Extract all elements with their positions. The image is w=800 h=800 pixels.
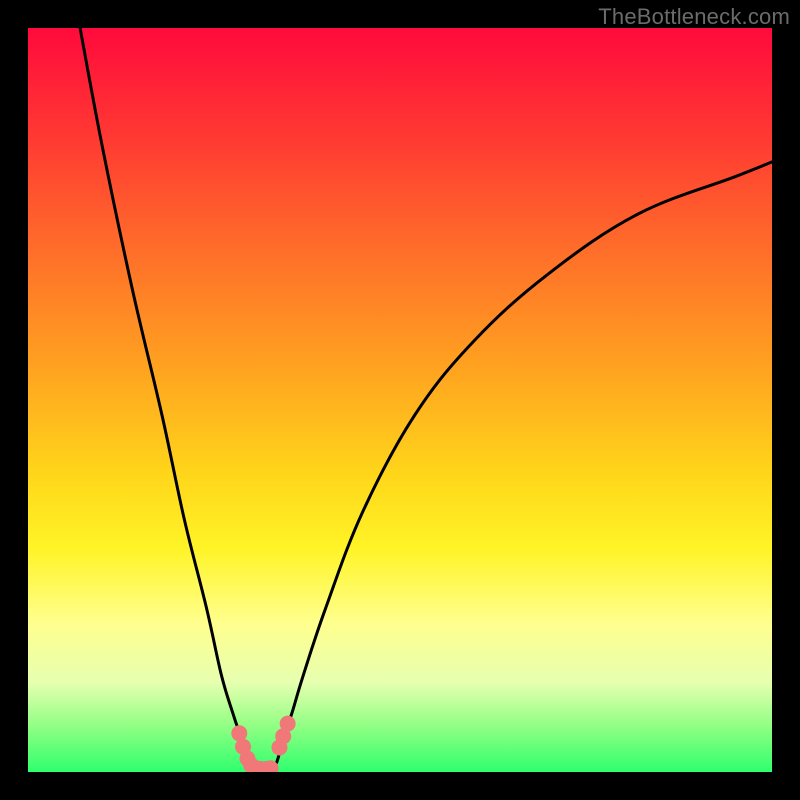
watermark-text: TheBottleneck.com	[598, 4, 790, 30]
curve-right-branch	[274, 162, 772, 768]
marker-left-7	[263, 761, 278, 772]
chart-frame: TheBottleneck.com	[0, 0, 800, 800]
curve-left-branch	[80, 28, 253, 768]
chart-svg	[28, 28, 772, 772]
marker-right-2	[280, 716, 295, 731]
marker-left-0	[232, 726, 247, 741]
plot-area	[28, 28, 772, 772]
